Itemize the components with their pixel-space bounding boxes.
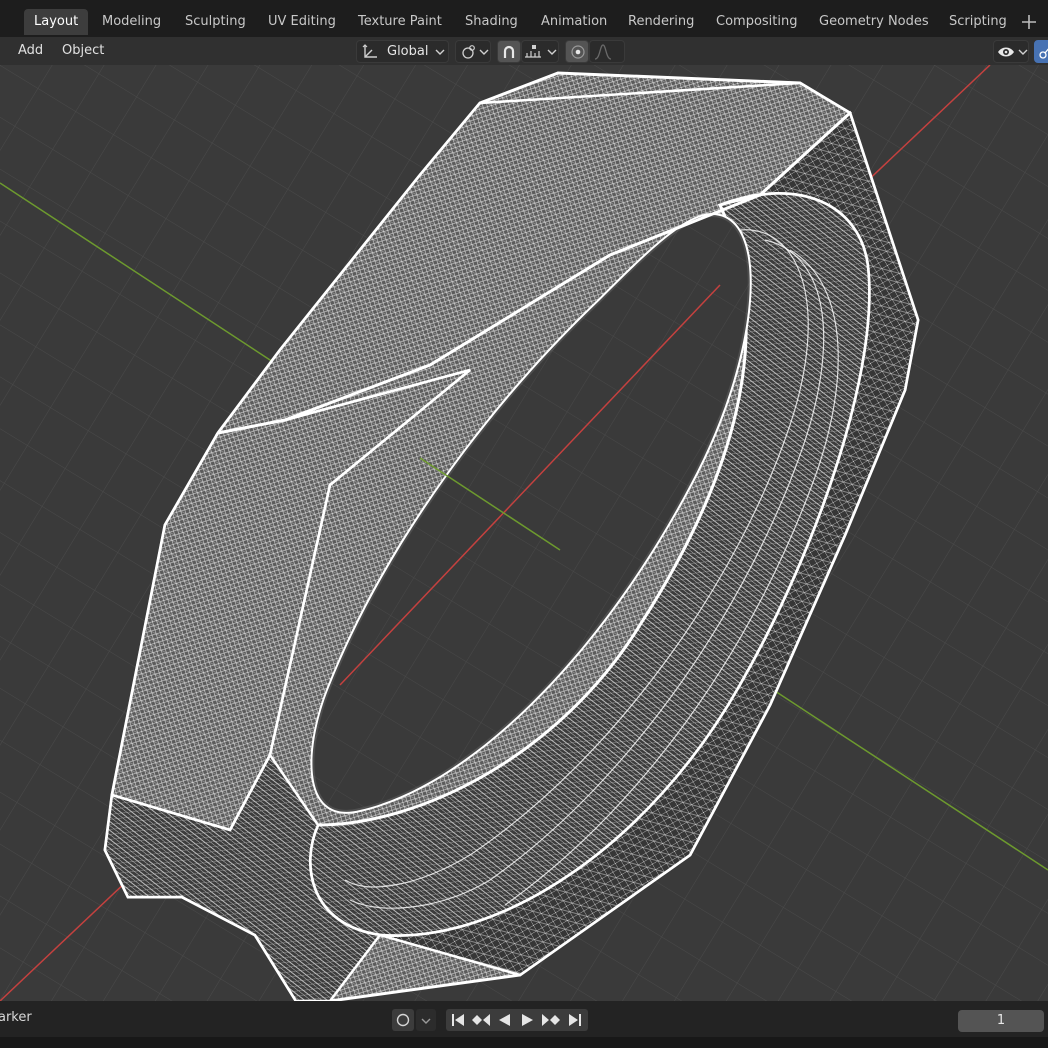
orientation-value: Global — [387, 44, 429, 59]
tab-rendering[interactable]: Rendering — [618, 9, 704, 35]
tab-uv-editing[interactable]: UV Editing — [258, 9, 346, 35]
snap-toggle[interactable] — [497, 40, 521, 63]
marker-menu[interactable]: arker — [0, 1010, 32, 1025]
tab-shading[interactable]: Shading — [455, 9, 528, 35]
transform-orientation-dropdown[interactable]: Global — [356, 40, 449, 63]
chevron-down-icon — [421, 1018, 431, 1024]
falloff-dropdown[interactable] — [589, 40, 625, 63]
chevron-down-icon — [547, 49, 557, 55]
record-icon — [396, 1013, 410, 1027]
orientation-axes-icon — [362, 44, 377, 58]
add-menu[interactable]: Add — [11, 39, 50, 63]
chevron-down-icon — [479, 49, 489, 55]
tab-animation[interactable]: Animation — [531, 9, 617, 35]
snap-increment-icon — [525, 45, 541, 58]
tab-layout[interactable]: Layout — [24, 9, 89, 35]
workspace-bar: Layout Modeling Sculpting UV Editing Tex… — [0, 0, 1048, 37]
snap-target-dropdown[interactable] — [521, 40, 559, 63]
tab-scripting[interactable]: Scripting — [939, 9, 1017, 35]
jump-end-icon[interactable] — [567, 1012, 583, 1028]
play-icon[interactable] — [519, 1012, 535, 1028]
prev-keyframe-icon[interactable] — [471, 1012, 491, 1028]
tab-texture-paint[interactable]: Texture Paint — [348, 9, 452, 35]
playback-controls — [446, 1009, 588, 1031]
tab-compositing[interactable]: Compositing — [706, 9, 808, 35]
magnet-snap-icon — [503, 45, 515, 58]
gizmo-toggle[interactable] — [1034, 40, 1048, 63]
proportional-edit-toggle[interactable] — [565, 40, 589, 63]
falloff-curve-icon — [594, 44, 612, 60]
keying-dropdown[interactable] — [416, 1009, 436, 1031]
object-menu[interactable]: Object — [55, 39, 111, 63]
viewport-canvas[interactable] — [0, 65, 1048, 1001]
auto-keying-toggle[interactable] — [392, 1009, 414, 1031]
current-frame-field[interactable]: 1 — [958, 1010, 1044, 1032]
tab-modeling[interactable]: Modeling — [92, 9, 171, 35]
tab-geometry-nodes[interactable]: Geometry Nodes — [809, 9, 939, 35]
gizmo-icon — [1039, 48, 1048, 59]
pivot-point-icon — [462, 45, 475, 59]
eye-icon — [998, 47, 1014, 57]
proportional-edit-icon — [571, 45, 585, 59]
3d-viewport[interactable] — [0, 65, 1048, 1001]
tab-sculpting[interactable]: Sculpting — [175, 9, 256, 35]
viewport-header: Add Object Global — [0, 37, 1048, 65]
timeline-header: arker 1 — [0, 1001, 1048, 1037]
next-keyframe-icon[interactable] — [541, 1012, 561, 1028]
status-bar — [0, 1037, 1048, 1048]
play-reverse-icon[interactable] — [496, 1012, 512, 1028]
pivot-point-dropdown[interactable] — [455, 40, 491, 63]
visibility-dropdown[interactable] — [993, 40, 1029, 63]
chevron-down-icon — [1018, 49, 1028, 55]
plus-icon[interactable] — [1016, 9, 1042, 35]
jump-start-icon[interactable] — [450, 1012, 466, 1028]
chevron-down-icon — [435, 49, 445, 55]
